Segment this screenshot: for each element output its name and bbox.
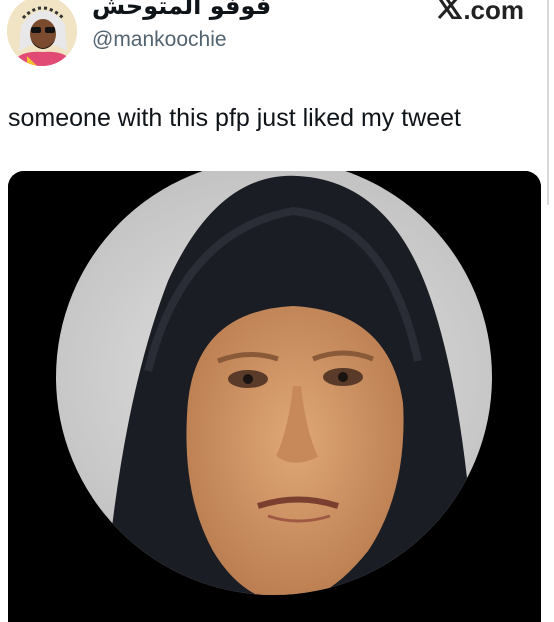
user-handle[interactable]: @mankoochie — [92, 28, 227, 52]
tweet-image[interactable] — [8, 171, 541, 622]
user-avatar[interactable] — [7, 0, 77, 66]
divider — [547, 0, 549, 205]
tweet-text: someone with this pfp just liked my twee… — [8, 104, 461, 132]
brand-domain: .com — [463, 0, 524, 25]
x-logo-icon — [436, 0, 464, 26]
tweet-screenshot: فوفو المتوحش @mankoochie .com someone wi… — [0, 0, 554, 622]
x-brand-link: .com — [436, 0, 524, 26]
display-name[interactable]: فوفو المتوحش — [92, 0, 271, 20]
